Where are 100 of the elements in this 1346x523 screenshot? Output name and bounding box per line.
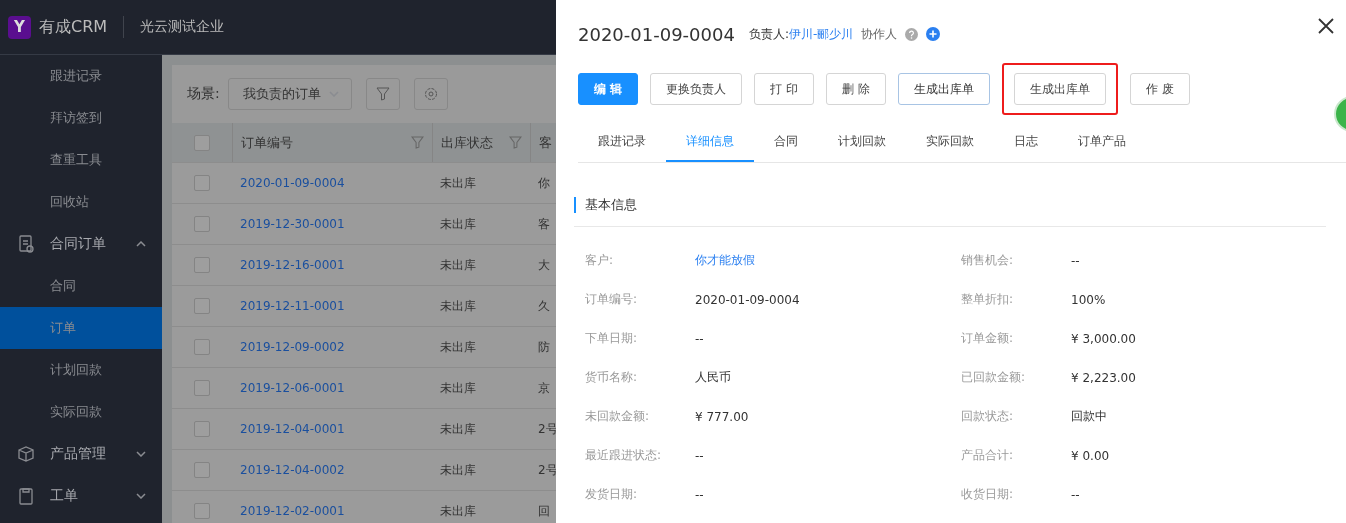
checkbox[interactable]	[194, 216, 210, 232]
field-label: 未回款金额:	[585, 408, 651, 425]
tab[interactable]: 订单产品	[1058, 122, 1146, 162]
caret-icon	[136, 451, 146, 457]
owner-link[interactable]: 伊川-郦少川	[788, 25, 854, 43]
tab[interactable]: 日志	[994, 122, 1058, 162]
table-cell-text: 京	[537, 379, 551, 397]
order-number-link[interactable]: 2019-12-11-0001	[232, 286, 432, 326]
action-button[interactable]: 生成出库单	[1013, 73, 1106, 105]
caret-icon	[136, 493, 146, 499]
table-cell-text: 久	[537, 297, 551, 315]
table-cell-text: 防	[537, 338, 551, 356]
sidebar-item[interactable]: 工单	[0, 475, 162, 517]
sidebar-item[interactable]: 计划回款	[0, 349, 162, 391]
caret-icon	[136, 241, 146, 247]
tab[interactable]: 计划回款	[818, 122, 906, 162]
action-button[interactable]: 生成出库单	[897, 73, 990, 105]
order-number-link[interactable]: 2019-12-02-0001	[232, 491, 432, 523]
column-header: 出库状态	[432, 123, 530, 162]
sidebar-item[interactable]: 实际回款	[0, 391, 162, 433]
company-name: 光云测试企业	[140, 18, 225, 36]
document-icon	[16, 234, 36, 254]
order-number-link[interactable]: 2020-01-09-0004	[232, 163, 432, 203]
tab[interactable]: 合同	[754, 122, 818, 162]
tab[interactable]: 详细信息	[666, 122, 754, 162]
tab[interactable]: 跟进记录	[578, 122, 666, 162]
sidebar-item[interactable]: 合同订单	[0, 223, 162, 265]
clipboard-icon	[16, 486, 36, 506]
customer-link[interactable]: 你才能放假	[695, 252, 961, 269]
table-cell-text: 未出库	[439, 256, 477, 274]
field-label: 货币名称:	[585, 369, 639, 386]
checkbox[interactable]	[194, 462, 210, 478]
sidebar-item[interactable]: 合同	[0, 265, 162, 307]
app-name: 有成CRM	[39, 16, 108, 38]
table-cell-text: 未出库	[439, 215, 477, 233]
action-button[interactable]: 作 废	[1129, 73, 1190, 105]
field-label: 订单编号:	[585, 291, 639, 308]
checkbox[interactable]	[194, 380, 210, 396]
checkbox[interactable]	[194, 175, 210, 191]
sidebar-item[interactable]: 拜访签到	[0, 97, 162, 139]
settings-icon	[423, 87, 438, 101]
field-value: ¥ 3,000.00	[1071, 331, 1137, 346]
order-number-link[interactable]: 2019-12-30-0001	[232, 204, 432, 244]
field-label: 订单金额:	[961, 330, 1015, 347]
field-value: --	[695, 331, 705, 346]
drawer-title: 2020-01-09-0004	[578, 23, 735, 45]
order-number-link[interactable]: 2019-12-06-0001	[232, 368, 432, 408]
order-number-link[interactable]: 2019-12-04-0001	[232, 409, 432, 449]
action-button[interactable]: 编 辑	[578, 73, 639, 105]
field-value: --	[1071, 253, 1081, 268]
settings-button[interactable]	[413, 78, 448, 110]
filter-button[interactable]	[365, 78, 400, 110]
table-cell-text: 未出库	[439, 338, 477, 356]
checkbox[interactable]	[194, 298, 210, 314]
section-title: 基本信息	[574, 197, 637, 213]
checkbox[interactable]	[194, 421, 210, 437]
table-cell-text: 未出库	[439, 420, 477, 438]
table-cell-text: 大	[537, 256, 551, 274]
checkbox[interactable]	[194, 503, 210, 519]
column-header: 订单编号	[232, 123, 432, 162]
field-label: 发货日期:	[585, 486, 639, 503]
help-icon[interactable]	[905, 27, 919, 41]
field-value: ¥ 777.00	[695, 409, 750, 424]
field-label: 销售机会:	[961, 252, 1015, 269]
order-number-link[interactable]: 2019-12-16-0001	[232, 245, 432, 285]
sidebar-item[interactable]: 回收站	[0, 181, 162, 223]
sidebar-item[interactable]: 跟进记录	[0, 55, 162, 97]
checkbox[interactable]	[194, 339, 210, 355]
filter-icon[interactable]	[411, 136, 424, 149]
action-button[interactable]: 更换负责人	[650, 73, 743, 105]
field-value: --	[695, 448, 705, 463]
table-cell-text: 未出库	[439, 379, 477, 397]
table-cell-text: 未出库	[439, 174, 477, 192]
field-label: 回款状态:	[961, 408, 1015, 425]
plus-icon[interactable]	[926, 27, 941, 41]
tab[interactable]: 实际回款	[906, 122, 994, 162]
checkbox[interactable]	[194, 257, 210, 273]
field-label: 产品合计:	[961, 447, 1015, 464]
field-label: 客户:	[585, 252, 615, 269]
table-cell-text: 未出库	[439, 461, 477, 479]
filter-icon	[375, 87, 390, 101]
field-value: --	[1071, 487, 1081, 502]
filter-icon[interactable]	[509, 136, 522, 149]
field-value: 回款中	[1071, 408, 1108, 425]
field-label: 下单日期:	[585, 330, 639, 347]
checkbox[interactable]	[194, 134, 210, 151]
app-logo: Y	[8, 15, 31, 39]
action-button[interactable]: 删 除	[826, 73, 886, 105]
collaborator-label: 协作人	[861, 25, 898, 43]
order-number-link[interactable]: 2019-12-04-0002	[232, 450, 432, 490]
sidebar-item[interactable]: 产品管理	[0, 433, 162, 475]
sidebar-item[interactable]: 查重工具	[0, 139, 162, 181]
box-icon	[16, 444, 36, 464]
scene-dropdown[interactable]: 我负责的订单	[227, 78, 352, 110]
field-label: 最近跟进状态:	[585, 447, 663, 464]
order-number-link[interactable]: 2019-12-09-0002	[232, 327, 432, 367]
table-cell-text: 客	[537, 215, 551, 233]
field-value: --	[695, 487, 705, 502]
field-label: 收货日期:	[961, 486, 1015, 503]
action-button[interactable]: 打 印	[754, 73, 814, 105]
